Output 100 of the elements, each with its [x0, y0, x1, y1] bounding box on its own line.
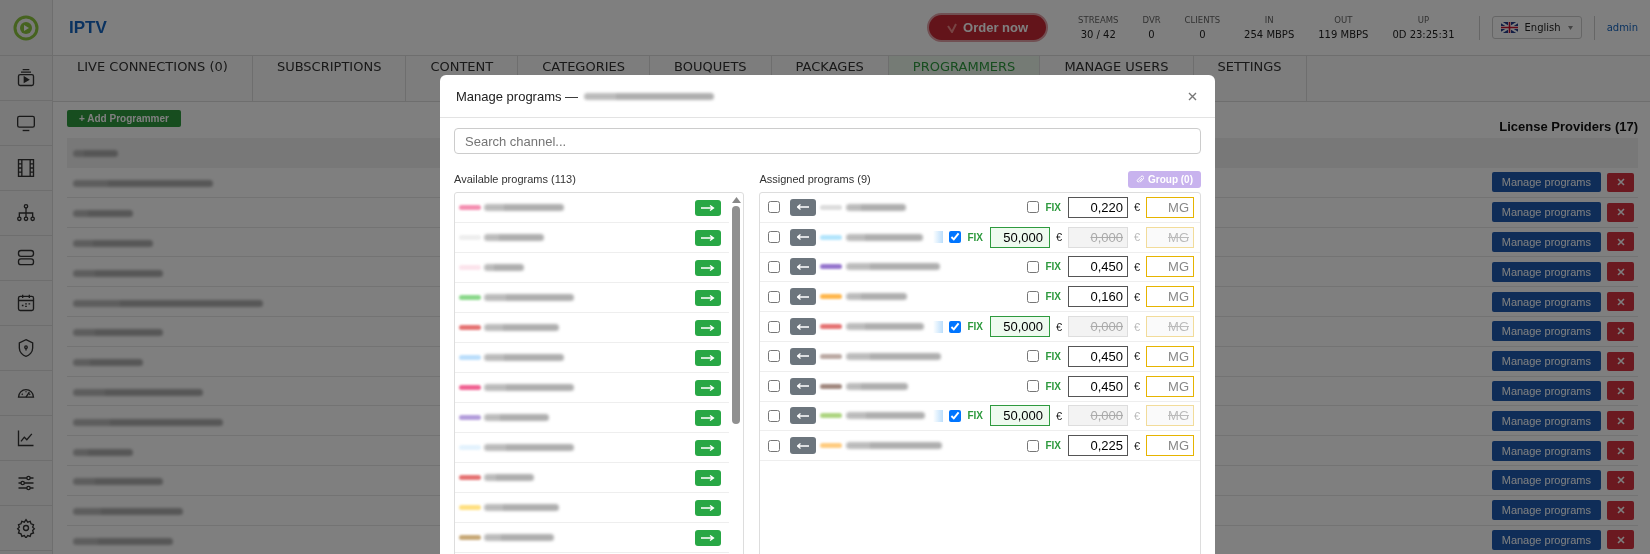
sliders-icon[interactable]: [16, 473, 36, 493]
mg-field[interactable]: MG: [1146, 375, 1194, 397]
manage-programs-button[interactable]: Manage programs: [1491, 529, 1601, 550]
user-link[interactable]: admin: [1606, 22, 1638, 33]
add-button[interactable]: [695, 199, 722, 216]
manage-programs-button[interactable]: Manage programs: [1491, 410, 1601, 431]
checkbox[interactable]: [768, 201, 781, 214]
add-button[interactable]: [695, 319, 722, 336]
add-button[interactable]: [695, 529, 722, 546]
fix-checkbox[interactable]: [1027, 261, 1040, 273]
checkbox[interactable]: [768, 439, 781, 452]
line-chart-icon[interactable]: [16, 428, 36, 448]
calendar-icon[interactable]: [16, 293, 36, 313]
add-button[interactable]: [695, 499, 722, 516]
fix-checkbox[interactable]: [1027, 290, 1040, 303]
remove-button[interactable]: [790, 258, 817, 276]
fix-checkbox[interactable]: [949, 409, 962, 422]
add-button[interactable]: [695, 229, 722, 246]
add-button[interactable]: [695, 409, 722, 426]
delete-button[interactable]: [1607, 292, 1634, 312]
language-dropdown[interactable]: English: [1491, 16, 1582, 39]
add-button[interactable]: [695, 439, 722, 456]
sitemap-icon[interactable]: [16, 203, 36, 223]
search-field[interactable]: Search channel...: [454, 128, 1201, 154]
delete-button[interactable]: [1607, 441, 1634, 461]
scrollbar-thumb[interactable]: [732, 206, 741, 424]
mg-field[interactable]: MG: [1146, 256, 1194, 278]
delete-button[interactable]: [1607, 530, 1634, 550]
order-now-button[interactable]: Order now: [927, 13, 1049, 42]
tab[interactable]: LIVE CONNECTIONS (0): [53, 56, 253, 101]
delete-button[interactable]: [1607, 232, 1634, 252]
scroll-up-icon[interactable]: [731, 197, 741, 203]
remove-button[interactable]: [790, 318, 817, 336]
price-field[interactable]: 50,000: [990, 226, 1050, 248]
checkbox[interactable]: [768, 380, 781, 393]
manage-programs-button[interactable]: Manage programs: [1491, 202, 1601, 223]
film-icon[interactable]: [16, 158, 36, 178]
delete-button[interactable]: [1607, 381, 1634, 401]
manage-programs-button[interactable]: Manage programs: [1491, 321, 1601, 342]
price-field[interactable]: 0,450: [1068, 375, 1128, 397]
remove-button[interactable]: [790, 288, 817, 306]
checkbox[interactable]: [768, 350, 781, 363]
manage-programs-button[interactable]: Manage programs: [1491, 261, 1601, 282]
play-stack-icon[interactable]: [16, 68, 36, 88]
price-field[interactable]: 50,000: [990, 405, 1050, 427]
fix-checkbox[interactable]: [949, 320, 962, 333]
add-programmer-button[interactable]: + Add Programmer: [67, 110, 181, 127]
shield-icon[interactable]: [16, 338, 36, 358]
checkbox[interactable]: [768, 320, 781, 333]
delete-button[interactable]: [1607, 351, 1634, 371]
manage-programs-button[interactable]: Manage programs: [1491, 172, 1601, 193]
delete-button[interactable]: [1607, 470, 1634, 490]
server-icon[interactable]: [16, 248, 36, 268]
add-button[interactable]: [695, 259, 722, 276]
price-field[interactable]: 0,225: [1068, 435, 1128, 457]
mg-field[interactable]: MG: [1146, 286, 1194, 308]
remove-button[interactable]: [790, 347, 817, 365]
group-button[interactable]: Group (0): [1128, 170, 1201, 188]
mg-field[interactable]: MG: [1146, 435, 1194, 457]
manage-programs-button[interactable]: Manage programs: [1491, 500, 1601, 521]
checkbox[interactable]: [768, 409, 781, 422]
checkbox[interactable]: [768, 290, 781, 303]
settings-icon[interactable]: [16, 518, 36, 538]
delete-button[interactable]: [1607, 262, 1634, 282]
manage-programs-button[interactable]: Manage programs: [1491, 470, 1601, 491]
add-button[interactable]: [695, 469, 722, 486]
remove-button[interactable]: [790, 198, 817, 216]
fix-checkbox[interactable]: [1027, 380, 1040, 393]
add-button[interactable]: [695, 379, 722, 396]
price-field[interactable]: 0,450: [1068, 256, 1128, 278]
add-button[interactable]: [695, 289, 722, 306]
checkbox[interactable]: [768, 231, 781, 244]
price-field[interactable]: 0,220: [1068, 196, 1128, 218]
delete-button[interactable]: [1607, 500, 1634, 520]
mg-field[interactable]: MG: [1146, 196, 1194, 218]
fix-checkbox[interactable]: [1027, 439, 1040, 452]
monitor-icon[interactable]: [16, 113, 36, 133]
price-field[interactable]: 0,160: [1068, 286, 1128, 308]
manage-programs-button[interactable]: Manage programs: [1491, 440, 1601, 461]
delete-button[interactable]: [1607, 321, 1634, 341]
fix-checkbox[interactable]: [1027, 201, 1040, 214]
delete-button[interactable]: [1607, 411, 1634, 431]
tab[interactable]: SUBSCRIPTIONS: [252, 56, 407, 101]
fix-checkbox[interactable]: [1027, 350, 1040, 363]
delete-button[interactable]: [1607, 172, 1634, 192]
mg-field[interactable]: MG: [1146, 345, 1194, 367]
manage-programs-button[interactable]: Manage programs: [1491, 380, 1601, 401]
manage-programs-button[interactable]: Manage programs: [1491, 291, 1601, 312]
delete-button[interactable]: [1607, 202, 1634, 222]
price-field[interactable]: 50,000: [990, 316, 1050, 338]
remove-button[interactable]: [790, 228, 817, 246]
checkbox[interactable]: [768, 261, 781, 273]
remove-button[interactable]: [790, 377, 817, 395]
remove-button[interactable]: [790, 437, 817, 455]
fix-checkbox[interactable]: [949, 231, 962, 244]
manage-programs-button[interactable]: Manage programs: [1491, 351, 1601, 372]
price-field[interactable]: 0,450: [1068, 345, 1128, 367]
add-button[interactable]: [695, 349, 722, 366]
remove-button[interactable]: [790, 407, 817, 425]
manage-programs-button[interactable]: Manage programs: [1491, 232, 1601, 252]
